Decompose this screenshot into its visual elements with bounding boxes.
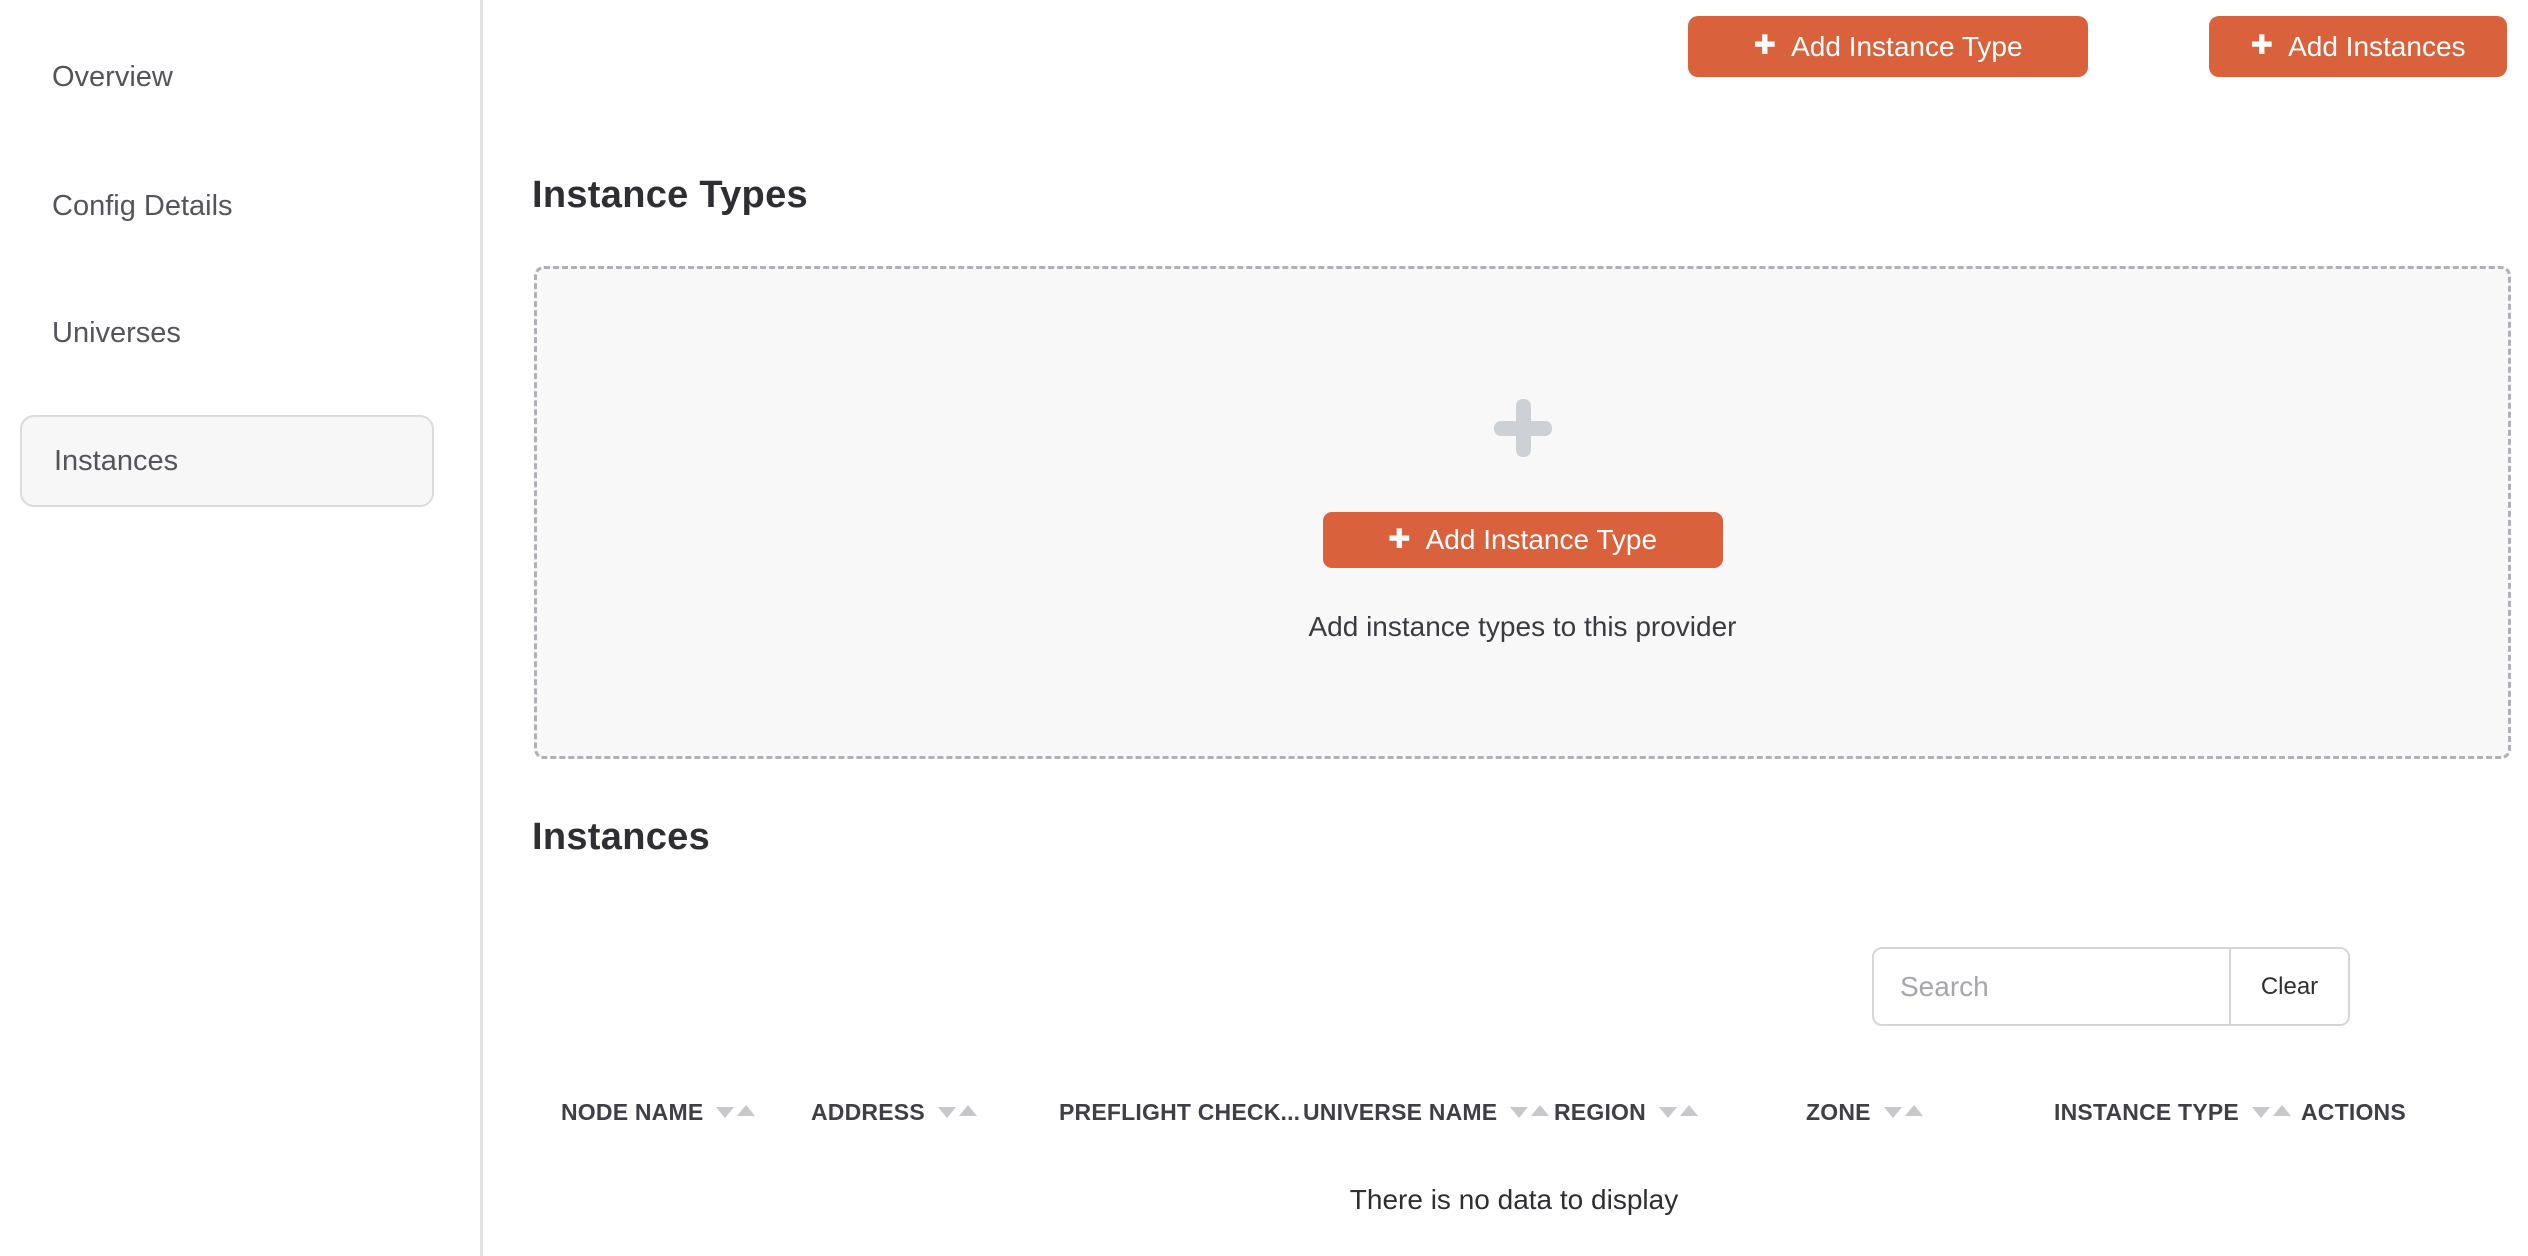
sidebar-item-overview[interactable]: Overview [52,56,173,98]
plus-icon: ✚ [1387,523,1411,554]
column-header-preflight-check: PREFLIGHT CHECK... [1059,1095,1303,1129]
sort-desc-icon [716,1106,735,1118]
sidebar-item-config-details[interactable]: Config Details [52,185,233,227]
instances-search-group: Clear [1872,947,2350,1026]
sidebar-item-instances[interactable]: Instances [20,415,434,507]
sort-desc-icon [1658,1106,1677,1118]
provider-details-page: Overview Config Details Universes Instan… [0,0,2528,1256]
plus-icon: ✚ [1753,30,1777,60]
column-header-region[interactable]: REGION [1554,1095,1806,1129]
column-header-node-name[interactable]: NODE NAME [561,1095,811,1129]
column-label: PREFLIGHT CHECK... [1059,1098,1301,1125]
column-header-address[interactable]: ADDRESS [811,1095,1059,1129]
sort-desc-icon [1510,1106,1529,1118]
sort-icons [716,1104,756,1118]
sort-icons [1658,1104,1698,1118]
column-header-universe-name[interactable]: UNIVERSE NAME [1303,1095,1554,1129]
column-header-actions: ACTIONS [2301,1095,2481,1129]
plus-icon [1493,399,1552,457]
column-label: ZONE [1806,1098,1871,1125]
sort-icons [2251,1104,2291,1118]
column-label: NODE NAME [561,1098,704,1125]
instance-types-title: Instance Types [532,174,808,216]
column-header-zone[interactable]: ZONE [1806,1095,2054,1129]
column-header-instance-type[interactable]: INSTANCE TYPE [2054,1095,2301,1129]
sort-desc-icon [2251,1106,2270,1118]
sort-asc-icon [1679,1104,1698,1116]
instance-types-empty-panel: ✚ Add Instance Type Add instance types t… [534,266,2511,759]
sort-asc-icon [1904,1104,1923,1116]
sidebar-item-label: Instances [54,444,179,477]
sort-desc-icon [937,1106,956,1118]
sort-icons [937,1104,977,1118]
empty-panel-caption: Add instance types to this provider [1308,611,1737,642]
add-instance-type-button[interactable]: ✚ Add Instance Type [1688,16,2088,77]
sort-asc-icon [737,1104,756,1116]
sort-asc-icon [958,1104,977,1116]
sort-desc-icon [1883,1106,1902,1118]
add-instances-button[interactable]: ✚ Add Instances [2209,16,2507,77]
sidebar: Overview Config Details Universes Instan… [0,0,483,1256]
add-instance-type-button-label: Add Instance Type [1791,30,2023,62]
column-label: ACTIONS [2301,1098,2406,1125]
instances-table-header: NODE NAME ADDRESS PREFLIGHT CHECK... UNI… [561,1095,2481,1129]
sort-icons [1883,1104,1923,1118]
clear-search-button[interactable]: Clear [2229,949,2348,1024]
add-instances-button-label: Add Instances [2288,30,2466,62]
search-input[interactable] [1874,949,2229,1024]
column-label: REGION [1554,1098,1646,1125]
panel-add-instance-type-button[interactable]: ✚ Add Instance Type [1322,512,1723,568]
plus-icon: ✚ [2250,30,2274,60]
column-label: INSTANCE TYPE [2054,1098,2239,1125]
column-label: ADDRESS [811,1098,925,1125]
sort-asc-icon [1531,1104,1550,1116]
sort-icons [1510,1104,1550,1118]
column-label: UNIVERSE NAME [1303,1098,1498,1125]
sidebar-item-universes[interactable]: Universes [52,312,181,354]
instances-title: Instances [532,816,711,858]
table-empty-message: There is no data to display [1349,1184,1679,1215]
panel-add-instance-type-button-label: Add Instance Type [1425,524,1658,555]
sort-asc-icon [2272,1104,2291,1116]
